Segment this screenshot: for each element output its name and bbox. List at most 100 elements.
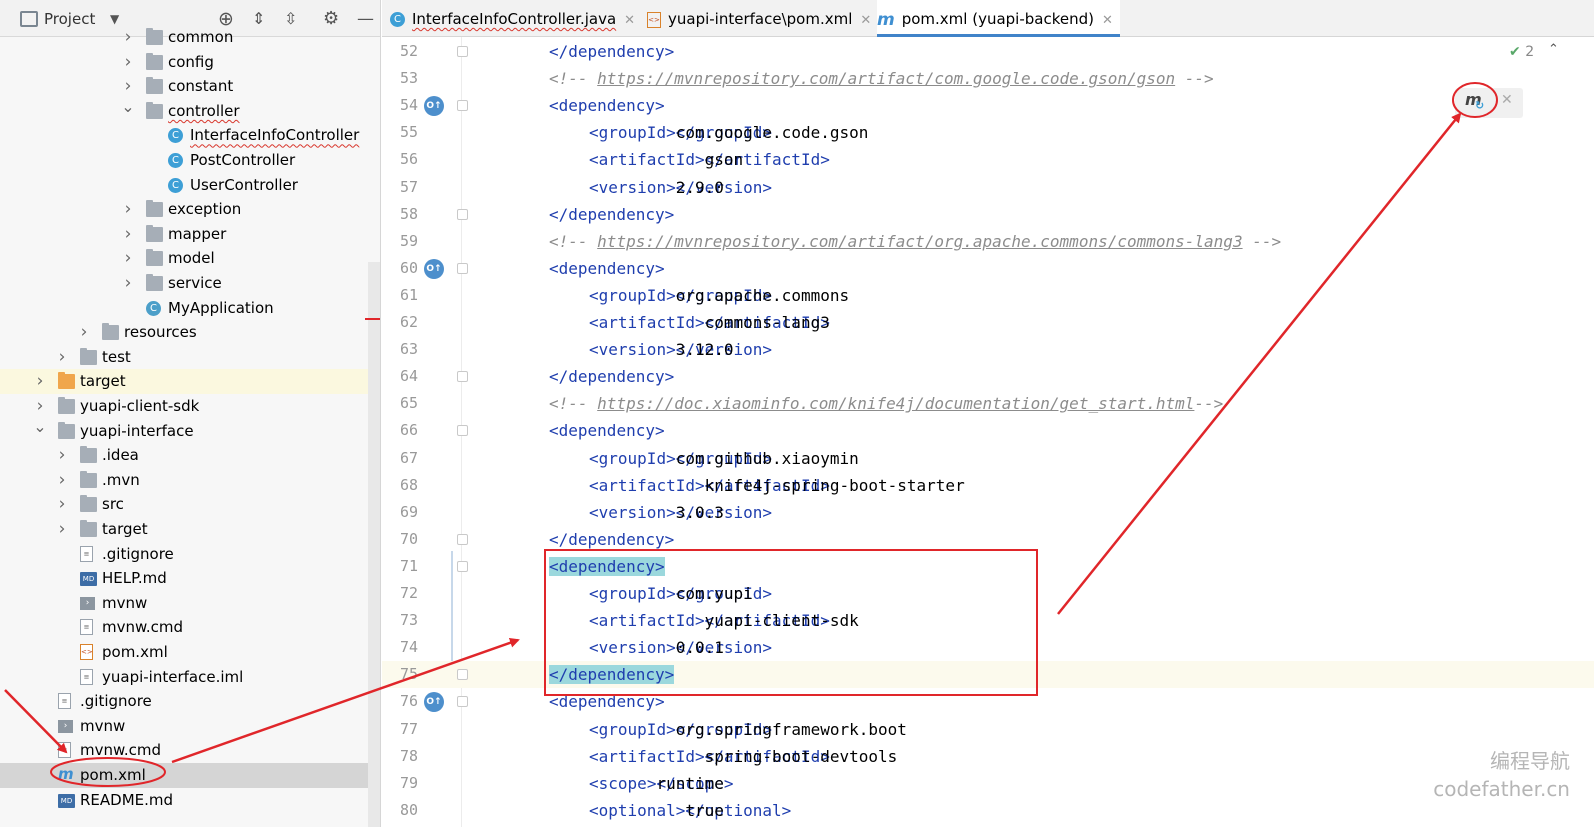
chevron-up-icon[interactable]: ⌃ — [1548, 42, 1559, 57]
override-gutter-icon[interactable]: O↑ — [424, 258, 444, 279]
chevron-right-icon[interactable]: › — [33, 369, 47, 393]
code-line[interactable]: 66 <dependency> — [382, 417, 1594, 444]
code-line[interactable]: 54 <dependency> — [382, 92, 1594, 119]
code-line[interactable]: 58 </dependency> — [382, 201, 1594, 228]
code-line[interactable]: 65 <!-- https://doc.xiaominfo.com/knife4j… — [382, 390, 1594, 417]
code-line[interactable]: 70 </dependency> — [382, 526, 1594, 553]
tree-item[interactable]: <> pom.xml — [0, 640, 380, 665]
tree-scrollbar[interactable] — [368, 262, 380, 827]
code-line[interactable]: 80 <optional> true </optional> — [382, 797, 1594, 824]
tree-item[interactable]: ≡ .gitignore — [0, 542, 380, 567]
tree-item[interactable]: › exception — [0, 197, 380, 222]
fold-marker-icon[interactable] — [457, 560, 468, 572]
code-line[interactable]: 72 <groupId> com.yupi </groupId> — [382, 580, 1594, 607]
fold-marker-icon[interactable] — [457, 371, 468, 383]
chevron-down-icon[interactable]: ⌄ — [33, 418, 47, 435]
code-line[interactable]: 62 <artifactId> commons-lang3 </artifactId> — [382, 309, 1594, 336]
tree-item[interactable]: MD README.md — [0, 788, 380, 813]
code-line[interactable]: 77 <groupId> org.springframework.boot </gro… — [382, 716, 1594, 743]
code-line[interactable]: 52 </dependency> — [382, 38, 1594, 65]
fold-marker-icon[interactable] — [457, 669, 468, 681]
code-line[interactable]: 57 <version> 2.9.0 </version> — [382, 174, 1594, 201]
tree-item[interactable]: › target — [0, 369, 380, 394]
tree-item[interactable]: › model — [0, 246, 380, 271]
editor-tab[interactable]: m pom.xml (yuapi-backend) ✕ — [877, 0, 1120, 37]
fold-marker-icon[interactable] — [457, 262, 468, 274]
chevron-right-icon[interactable]: › — [33, 394, 47, 418]
chevron-right-icon[interactable]: › — [55, 345, 69, 369]
code-line[interactable]: 75 </dependency> — [382, 661, 1594, 689]
tree-item[interactable]: › mvnw — [0, 714, 380, 739]
tree-item[interactable]: C UserController — [0, 173, 380, 198]
chevron-right-icon[interactable]: › — [121, 271, 135, 295]
tree-item[interactable]: C MyApplication — [0, 296, 380, 321]
chevron-right-icon[interactable]: › — [55, 443, 69, 467]
code-line[interactable]: 63 <version> 3.12.0 </version> — [382, 336, 1594, 363]
code-line[interactable]: 78 <artifactId> spring-boot-devtools </arti… — [382, 743, 1594, 770]
code-line[interactable]: 71 <dependency> — [382, 553, 1594, 580]
chevron-right-icon[interactable]: › — [121, 50, 135, 74]
code-line[interactable]: 69 <version> 3.0.3 </version> — [382, 499, 1594, 526]
chevron-down-icon[interactable]: ⌄ — [121, 98, 135, 115]
tree-item[interactable]: MD HELP.md — [0, 566, 380, 591]
fold-marker-icon[interactable] — [457, 100, 468, 112]
tree-item[interactable]: ≡ mvnw.cmd — [0, 738, 380, 763]
tree-item[interactable]: › mvnw — [0, 591, 380, 616]
fold-marker-icon[interactable] — [457, 425, 468, 437]
editor-tab[interactable]: <> yuapi-interface\pom.xml ✕ — [647, 0, 871, 37]
chevron-right-icon[interactable]: › — [121, 74, 135, 98]
tree-item[interactable]: › .mvn — [0, 468, 380, 493]
code-line[interactable]: 74 <version> 0.0.1 </version> — [382, 634, 1594, 661]
editor-tab[interactable]: C InterfaceInfoController.java ✕ — [390, 0, 640, 37]
fold-marker-icon[interactable] — [457, 533, 468, 545]
code-line[interactable]: 76 <dependency> — [382, 688, 1594, 715]
tree-item[interactable]: ≡ mvnw.cmd — [0, 615, 380, 640]
tree-item[interactable]: › common — [0, 25, 380, 50]
tree-item[interactable]: › constant — [0, 74, 380, 99]
tree-item[interactable]: ⌄ yuapi-interface — [0, 418, 380, 444]
chevron-right-icon[interactable]: › — [121, 25, 135, 49]
tree-item[interactable]: › yuapi-client-sdk — [0, 394, 380, 419]
close-icon[interactable]: ✕ — [624, 13, 635, 28]
tree-item[interactable]: › resources — [0, 320, 380, 345]
code-line[interactable]: 60 <dependency> — [382, 255, 1594, 282]
maven-reload-icon[interactable]: m ↻ — [1465, 90, 1484, 112]
tree-item[interactable]: › mapper — [0, 222, 380, 247]
code-line[interactable]: 73 <artifactId> yuapi-client-sdk </artifact… — [382, 607, 1594, 634]
chevron-right-icon[interactable]: › — [121, 222, 135, 246]
fold-marker-icon[interactable] — [457, 696, 468, 708]
tree-item[interactable]: › config — [0, 50, 380, 75]
code-line[interactable]: 61 <groupId> org.apache.commons </groupId> — [382, 282, 1594, 309]
tree-item[interactable]: › target — [0, 517, 380, 542]
fold-marker-icon[interactable] — [457, 208, 468, 220]
code-line[interactable]: 53 <!-- https://mvnrepository.com/artifac… — [382, 65, 1594, 92]
tree-item[interactable]: › test — [0, 345, 380, 370]
close-icon[interactable]: ✕ — [1501, 92, 1513, 108]
tree-item[interactable]: › src — [0, 492, 380, 517]
tree-item[interactable]: › .idea — [0, 443, 380, 468]
fold-marker-icon[interactable] — [457, 46, 468, 57]
code-line[interactable]: 79 <scope> runtime </scope> — [382, 770, 1594, 797]
tree-item[interactable]: ⌄ controller — [0, 98, 380, 124]
tree-item[interactable]: ≡ yuapi-interface.iml — [0, 665, 380, 690]
close-icon[interactable]: ✕ — [860, 13, 871, 28]
chevron-right-icon[interactable]: › — [55, 517, 69, 541]
tree-item[interactable]: ≡ .gitignore — [0, 689, 380, 714]
code-line[interactable]: 55 <groupId> com.google.code.gson </groupId… — [382, 119, 1594, 146]
code-line[interactable]: 68 <artifactId> knife4j-spring-boot-starte… — [382, 472, 1594, 499]
chevron-right-icon[interactable]: › — [55, 468, 69, 492]
code-line[interactable]: 67 <groupId> com.github.xiaoymin </groupId> — [382, 445, 1594, 472]
code-line[interactable]: 64 </dependency> — [382, 363, 1594, 390]
tree-item[interactable]: › service — [0, 271, 380, 296]
code-line[interactable]: 56 <artifactId> gson </artifactId> — [382, 146, 1594, 173]
close-icon[interactable]: ✕ — [1102, 13, 1113, 28]
tree-item[interactable]: m pom.xml — [0, 763, 380, 788]
chevron-right-icon[interactable]: › — [55, 492, 69, 516]
chevron-right-icon[interactable]: › — [77, 320, 91, 344]
chevron-right-icon[interactable]: › — [121, 246, 135, 270]
tree-item[interactable]: C InterfaceInfoController — [0, 123, 380, 148]
chevron-right-icon[interactable]: › — [121, 197, 135, 221]
tree-item[interactable]: C PostController — [0, 148, 380, 173]
code-line[interactable]: 59 <!-- https://mvnrepository.com/artifac… — [382, 228, 1594, 255]
inspection-widget[interactable]: ✔ 2 — [1509, 44, 1534, 60]
